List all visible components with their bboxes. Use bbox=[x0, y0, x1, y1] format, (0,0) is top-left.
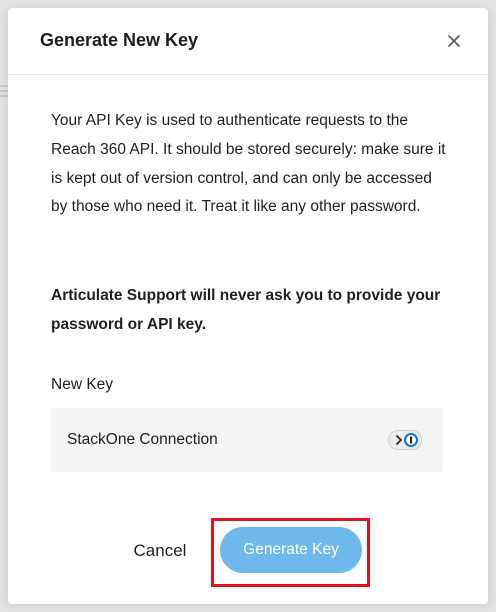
close-icon bbox=[448, 35, 460, 47]
cancel-button[interactable]: Cancel bbox=[122, 535, 198, 567]
new-key-label: New Key bbox=[51, 376, 114, 393]
generate-key-modal: Generate New Key Your API Key is used to… bbox=[8, 8, 488, 604]
background-menu-icon bbox=[0, 84, 8, 98]
modal-title: Generate New Key bbox=[40, 30, 199, 50]
modal-header: Generate New Key bbox=[8, 8, 488, 75]
new-key-field bbox=[51, 408, 443, 472]
api-key-description: Your API Key is used to authenticate req… bbox=[51, 112, 446, 216]
password-manager-icon bbox=[396, 433, 418, 447]
generate-key-button[interactable]: Generate Key bbox=[220, 527, 362, 573]
new-key-input[interactable] bbox=[51, 408, 443, 472]
close-button[interactable] bbox=[442, 29, 466, 53]
password-manager-button[interactable] bbox=[388, 430, 422, 450]
support-warning: Articulate Support will never ask you to… bbox=[51, 287, 441, 333]
